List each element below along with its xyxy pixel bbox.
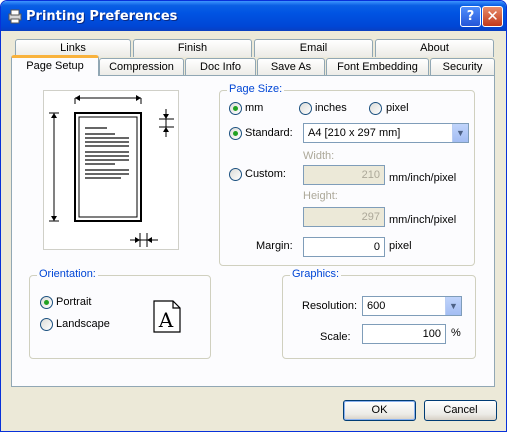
portrait-page-icon: A [153, 300, 181, 333]
landscape-label: Landscape [56, 318, 110, 330]
landscape-radio[interactable] [40, 318, 53, 331]
standard-size-select[interactable]: A4 [210 x 297 mm] ▼ [303, 123, 469, 143]
resolution-select[interactable]: 600 ▼ [362, 296, 462, 316]
scale-unit-label: % [451, 327, 461, 339]
width-input[interactable]: 210 [303, 165, 385, 185]
window-title: Printing Preferences [26, 9, 178, 24]
title-bar[interactable]: Printing Preferences ? ✕ [1, 1, 506, 31]
cancel-button[interactable]: Cancel [424, 400, 497, 421]
width-label: Width: [303, 150, 335, 162]
tab-compression[interactable]: Compression [99, 58, 184, 76]
margin-label: Margin: [256, 240, 293, 252]
unit-pixel-radio[interactable] [369, 102, 382, 115]
printer-icon [8, 9, 22, 24]
standard-size-value: A4 [210 x 297 mm] [308, 127, 401, 139]
unit-mm-radio[interactable] [229, 102, 242, 115]
tab-page-setup[interactable]: Page Setup [11, 55, 99, 76]
graphics-group-title: Graphics: [290, 268, 342, 280]
printing-preferences-dialog: Printing Preferences ? ✕ Links Finish Em… [0, 0, 507, 432]
tab-finish[interactable]: Finish [133, 39, 252, 57]
margin-unit-label: pixel [389, 240, 412, 252]
tab-security[interactable]: Security [430, 58, 495, 76]
margin-input[interactable]: 0 [303, 237, 385, 257]
unit-pixel-label: pixel [386, 102, 409, 114]
unit-inches-radio[interactable] [299, 102, 312, 115]
page-dimensions-diagram [49, 95, 174, 247]
resolution-label: Resolution: [302, 300, 358, 312]
resolution-value: 600 [367, 300, 386, 312]
graphics-group: Graphics: [282, 268, 476, 359]
scale-input[interactable]: 100 [362, 324, 446, 344]
standard-size-label: Standard: [245, 127, 293, 139]
close-button[interactable]: ✕ [482, 6, 503, 27]
unit-inches-label: inches [315, 102, 347, 114]
portrait-label: Portrait [56, 296, 92, 308]
custom-size-label: Custom: [245, 168, 286, 180]
tab-save-as[interactable]: Save As [257, 58, 325, 76]
orientation-group: Orientation: [29, 268, 211, 359]
custom-size-radio[interactable] [229, 168, 242, 181]
width-unit-label: mm/inch/pixel [389, 172, 457, 184]
help-button[interactable]: ? [460, 6, 481, 27]
height-label: Height: [303, 190, 338, 202]
height-unit-label: mm/inch/pixel [389, 214, 457, 226]
orientation-group-title: Orientation: [37, 268, 98, 280]
tab-doc-info[interactable]: Doc Info [185, 58, 256, 76]
tab-email[interactable]: Email [254, 39, 373, 57]
tab-font-embedding[interactable]: Font Embedding [326, 58, 429, 76]
page-preview [43, 90, 179, 250]
orientation-letter: A [158, 308, 174, 332]
page-size-group-title: Page Size: [227, 83, 285, 95]
height-input[interactable]: 297 [303, 207, 385, 227]
ok-button[interactable]: OK [343, 400, 416, 421]
unit-mm-label: mm [245, 102, 264, 114]
tab-about[interactable]: About [375, 39, 494, 57]
portrait-radio[interactable] [40, 296, 53, 309]
chevron-down-icon[interactable]: ▼ [445, 297, 461, 315]
standard-size-radio[interactable] [229, 127, 242, 140]
chevron-down-icon[interactable]: ▼ [452, 124, 468, 142]
scale-label: Scale: [320, 331, 351, 343]
